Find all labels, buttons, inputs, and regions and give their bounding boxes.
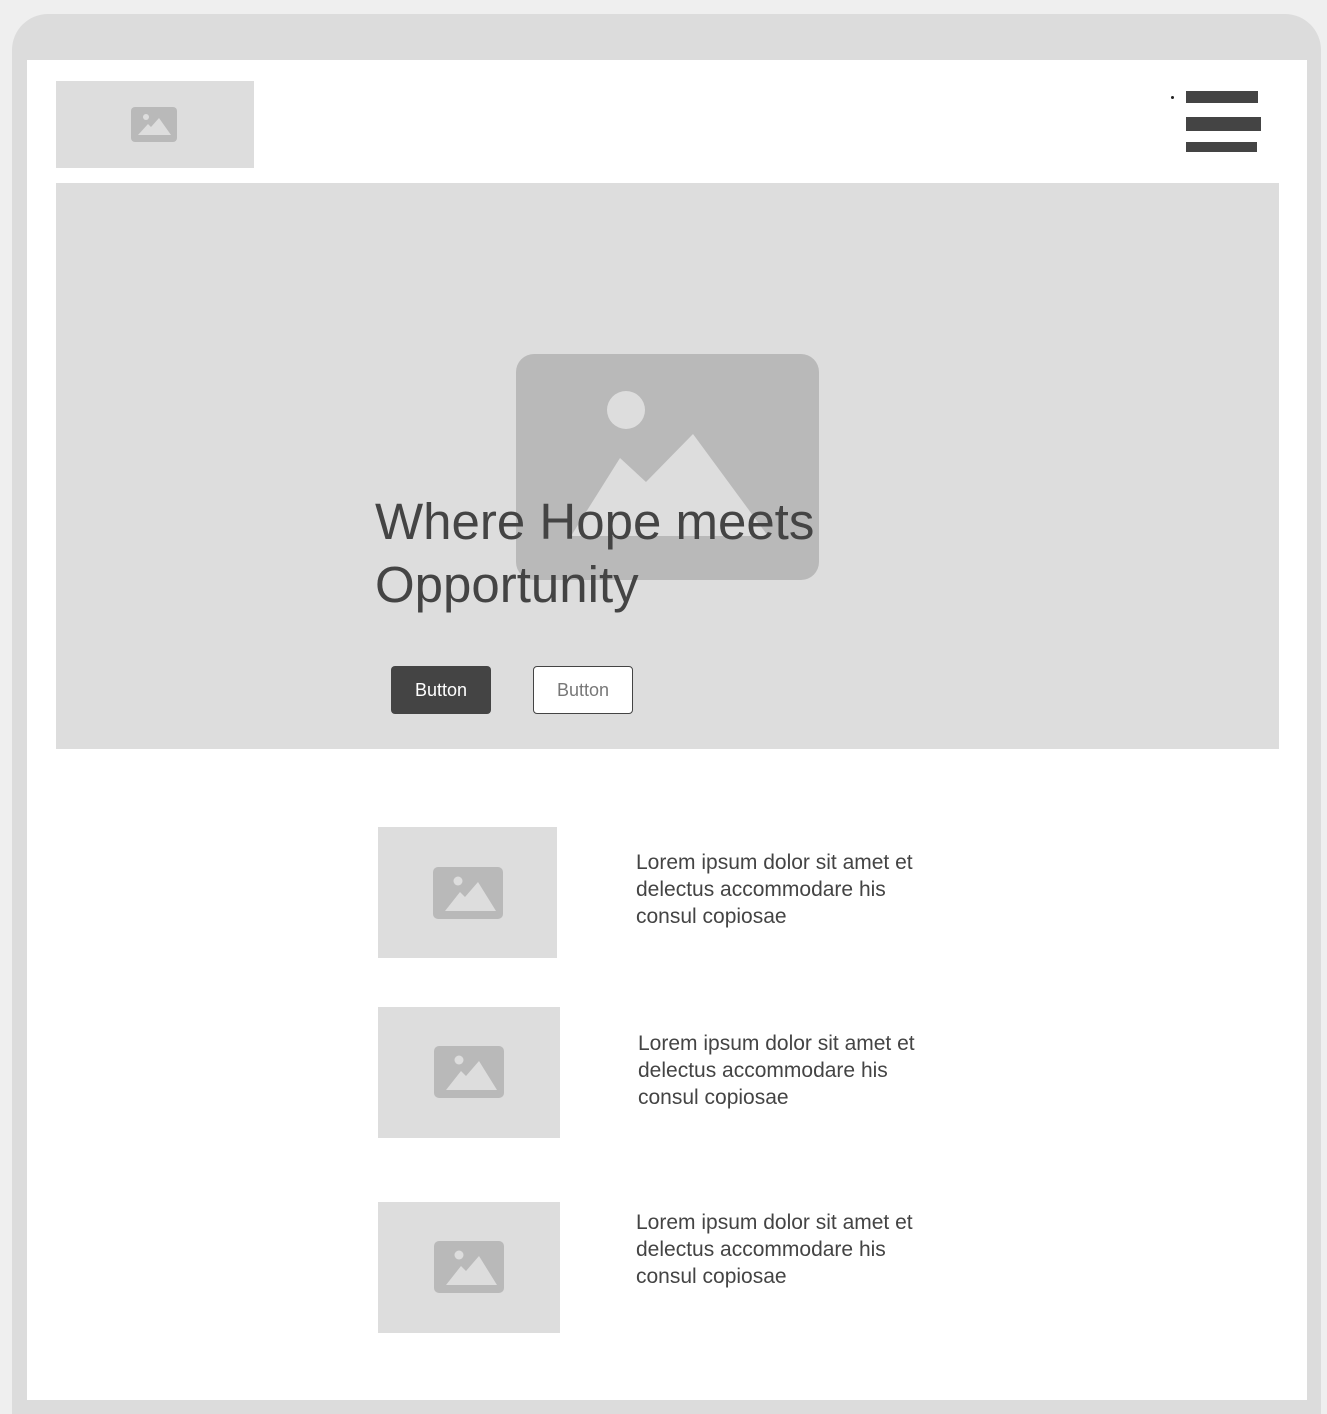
secondary-button[interactable]: Button [533, 666, 633, 714]
feature-text: Lorem ipsum dolor sit amet et delectus a… [636, 1211, 913, 1288]
feature-image-placeholder [378, 1202, 560, 1333]
image-placeholder-icon [434, 1241, 504, 1293]
image-placeholder-icon [131, 107, 177, 142]
status-dot [1171, 96, 1174, 99]
feature-text: Lorem ipsum dolor sit amet et delectus a… [636, 851, 913, 928]
primary-button[interactable]: Button [391, 666, 491, 714]
menu-line [1186, 142, 1257, 152]
feature-text: Lorem ipsum dolor sit amet et delectus a… [638, 1032, 915, 1109]
logo-placeholder[interactable] [56, 81, 254, 168]
feature-image-placeholder [378, 827, 557, 958]
menu-line [1186, 117, 1261, 131]
feature-image-placeholder [378, 1007, 560, 1138]
hero-title: Where Hope meets Opportunity [375, 493, 815, 613]
screen: Where Hope meets Opportunity Button Butt… [27, 60, 1307, 1400]
image-placeholder-icon [433, 867, 503, 919]
hero-section: Where Hope meets Opportunity Button Butt… [56, 183, 1279, 749]
hamburger-menu-icon[interactable] [1186, 91, 1262, 153]
image-placeholder-icon [434, 1046, 504, 1098]
menu-line [1186, 91, 1258, 103]
